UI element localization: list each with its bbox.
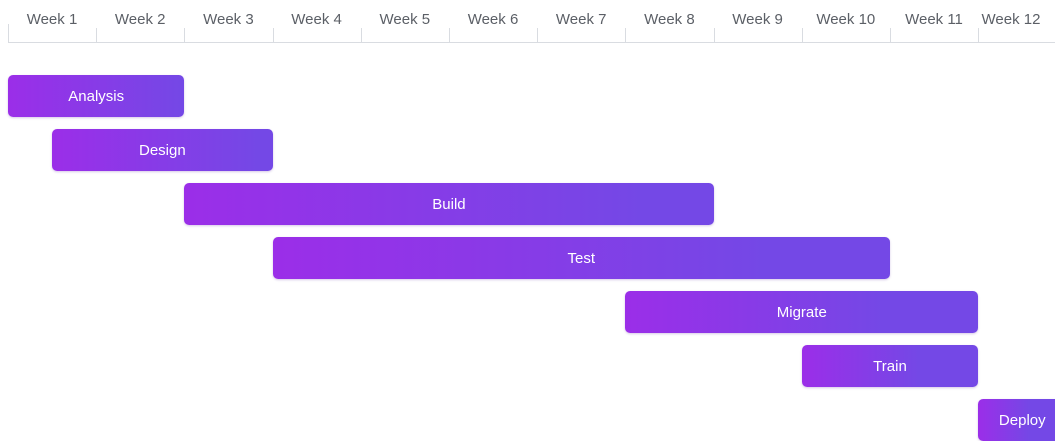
task-label: Test [567, 249, 596, 267]
task-label: Analysis [68, 87, 125, 105]
task-label: Design [138, 141, 186, 159]
task-bar-design[interactable]: Design [52, 129, 273, 171]
task-label: Train [873, 357, 907, 375]
task-bar-analysis[interactable]: Analysis [8, 75, 185, 117]
task-label: Build [432, 195, 466, 213]
task-bar-test[interactable]: Test [272, 237, 890, 279]
task-bar-build[interactable]: Build [184, 183, 714, 225]
task-label: Deploy [998, 411, 1046, 429]
gantt-bars: Analysis Design Build Test Migrate Train Deplo… [0, 0, 1055, 441]
task-label: Migrate [776, 303, 827, 321]
task-bar-train[interactable]: Train [801, 345, 979, 387]
task-bar-migrate[interactable]: Migrate [625, 291, 979, 333]
